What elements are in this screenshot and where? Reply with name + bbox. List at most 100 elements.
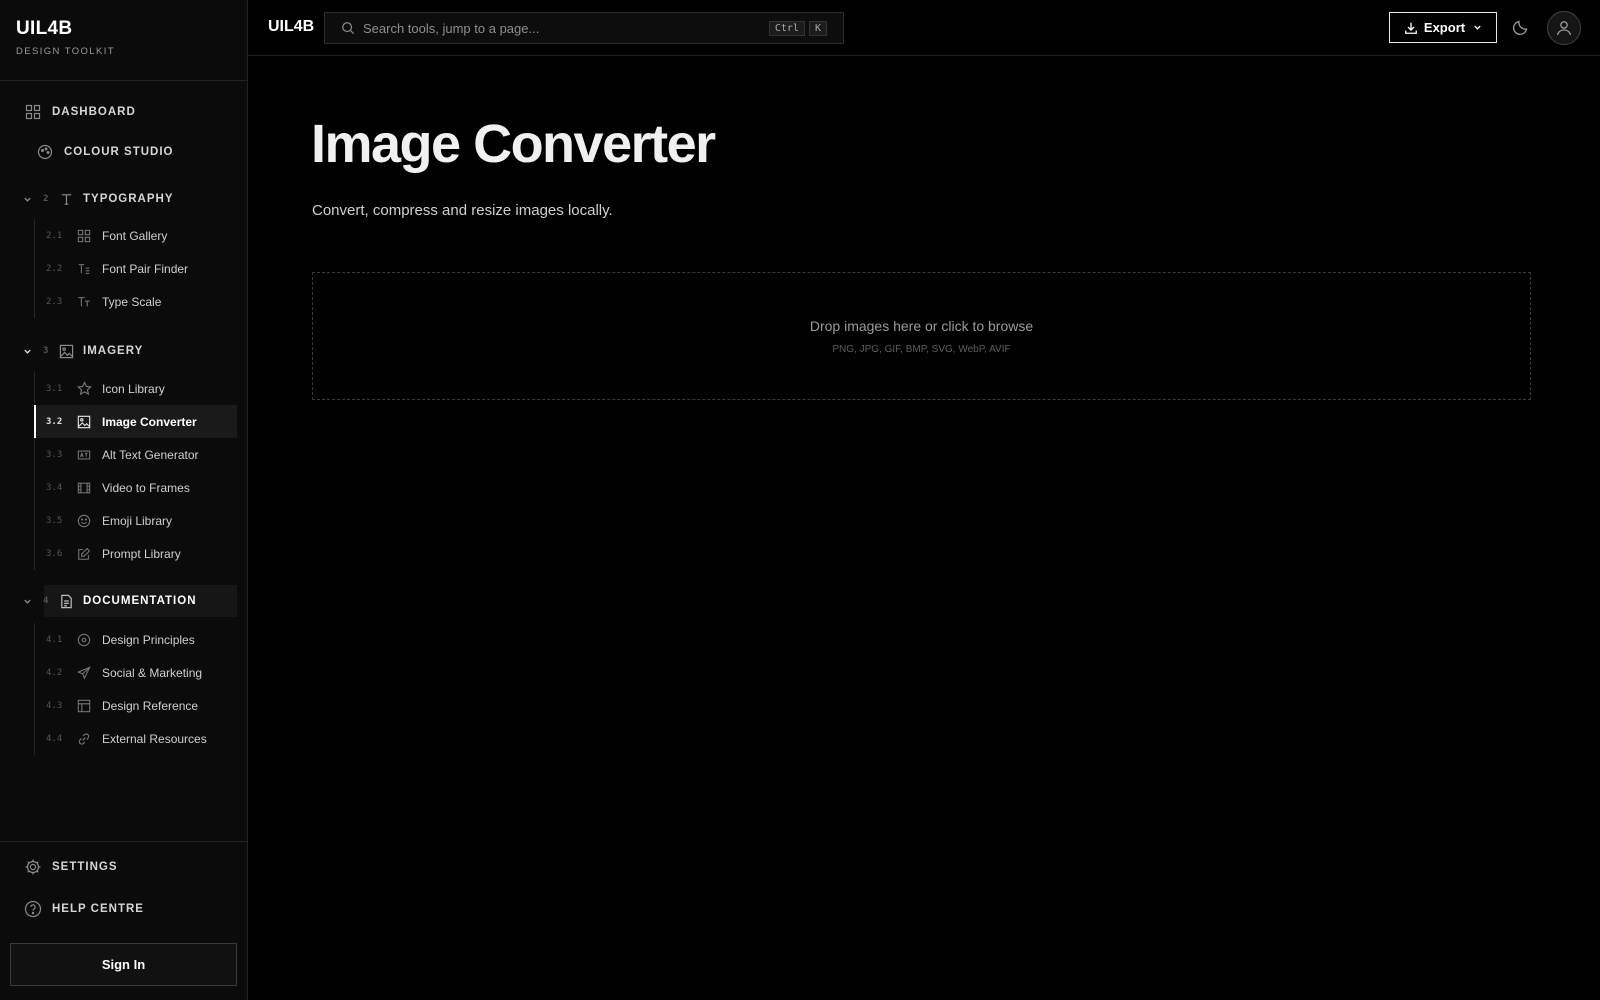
export-button[interactable]: Export [1389, 12, 1497, 43]
sidebar-item-video-to-frames[interactable]: 3.4 Video to Frames [35, 471, 237, 504]
moon-icon[interactable] [1512, 18, 1532, 38]
avatar[interactable] [1547, 11, 1581, 45]
sidebar-item-help-centre[interactable]: HELP CENTRE [0, 888, 248, 930]
sidebar: UIL4B DESIGN TOOLKIT DASHBOARD COLOUR ST… [0, 0, 248, 1000]
item-number: 4.2 [46, 667, 63, 678]
item-number: 3.1 [46, 383, 63, 394]
sidebar-item-type-scale[interactable]: 2.3 Type Scale [35, 285, 237, 318]
sidebar-item-icon-library[interactable]: 3.1 Icon Library [35, 372, 237, 405]
smile-icon [75, 512, 93, 530]
section-number: 3 [43, 346, 49, 356]
shortcut-key: K [808, 20, 827, 36]
grid-icon [24, 103, 42, 121]
sidebar-item-design-reference[interactable]: 4.3 Design Reference [35, 689, 237, 722]
sidebar-top-nav: DASHBOARD COLOUR STUDIO [0, 92, 248, 172]
section-number: 4 [43, 596, 49, 606]
dropzone-formats: PNG, JPG, GIF, BMP, SVG, WebP, AVIF [832, 343, 1011, 355]
sign-in-button[interactable]: Sign In [10, 943, 237, 986]
sidebar-item-social-marketing[interactable]: 4.2 Social & Marketing [35, 656, 237, 689]
document-icon [59, 593, 75, 609]
sidebar-item-emoji-library[interactable]: 3.5 Emoji Library [35, 504, 237, 537]
text-pair-icon [75, 260, 93, 278]
sidebar-item-settings[interactable]: SETTINGS [0, 846, 248, 888]
gear-icon [24, 858, 42, 876]
sidebar-item-label: DASHBOARD [52, 106, 136, 118]
section-label: TYPOGRAPHY [83, 193, 174, 205]
item-number: 3.6 [46, 548, 63, 559]
brand: UIL4B DESIGN TOOLKIT [0, 0, 247, 81]
item-label: Font Gallery [102, 228, 168, 243]
sidebar-item-font-gallery[interactable]: 2.1 Font Gallery [35, 219, 237, 252]
sidebar-bottom-nav: SETTINGS HELP CENTRE [0, 841, 248, 930]
help-icon [24, 900, 42, 918]
item-number: 3.3 [46, 449, 63, 460]
section-typography: 2 TYPOGRAPHY 2.1 Font Gallery 2.2 Font P… [0, 183, 248, 318]
chevron-down-icon [20, 597, 34, 606]
section-items: 2.1 Font Gallery 2.2 Font Pair Finder 2.… [34, 219, 237, 318]
grid-icon [75, 227, 93, 245]
user-icon [1555, 19, 1573, 37]
section-items: 3.1 Icon Library 3.2 Image Converter 3.3… [34, 372, 237, 570]
sidebar-item-image-converter[interactable]: 3.2 Image Converter [34, 405, 237, 438]
item-number: 3.2 [46, 416, 63, 427]
item-label: Alt Text Generator [102, 447, 199, 462]
image-icon [59, 343, 75, 359]
export-label: Export [1423, 20, 1466, 35]
section-label: IMAGERY [83, 345, 144, 357]
sidebar-item-prompt-library[interactable]: 3.6 Prompt Library [35, 537, 237, 570]
page-title: Image Converter [311, 114, 716, 174]
sidebar-item-external-resources[interactable]: 4.4 External Resources [35, 722, 237, 755]
image-dropzone[interactable]: Drop images here or click to browse PNG,… [312, 272, 1531, 400]
link-icon [75, 730, 93, 748]
item-label: Font Pair Finder [102, 261, 189, 276]
page-subtitle: Convert, compress and resize images loca… [312, 202, 613, 219]
item-number: 2.2 [46, 263, 63, 274]
type-scale-icon [75, 293, 93, 311]
item-label: Design Reference [102, 698, 199, 713]
section-header-documentation[interactable]: 4 DOCUMENTATION [0, 585, 248, 617]
item-label: Emoji Library [102, 513, 173, 528]
sidebar-item-colour-studio[interactable]: COLOUR STUDIO [0, 132, 248, 172]
dropzone-text: Drop images here or click to browse [809, 317, 1034, 334]
palette-icon [36, 143, 54, 161]
section-header-imagery[interactable]: 3 IMAGERY [0, 335, 248, 367]
section-documentation: 4 DOCUMENTATION 4.1 Design Principles 4.… [0, 585, 248, 755]
top-bar: UIL4B Search tools, jump to a page... Ct… [248, 0, 1600, 56]
shortcut-key: Ctrl [768, 20, 805, 36]
sidebar-item-design-principles[interactable]: 4.1 Design Principles [35, 623, 237, 656]
item-number: 3.5 [46, 515, 63, 526]
item-label: External Resources [102, 731, 207, 746]
section-items: 4.1 Design Principles 4.2 Social & Marke… [34, 623, 237, 755]
item-number: 2.1 [46, 230, 63, 241]
sidebar-item-label: SETTINGS [52, 861, 118, 873]
star-icon [75, 380, 93, 398]
sidebar-item-alt-text-generator[interactable]: 3.3 Alt Text Generator [35, 438, 237, 471]
chevron-down-icon [1473, 23, 1482, 32]
compass-icon [75, 631, 93, 649]
item-number: 4.3 [46, 700, 63, 711]
item-label: Image Converter [102, 414, 197, 429]
brand-title: UIL4B [16, 18, 73, 39]
chevron-down-icon [20, 347, 34, 356]
search-input[interactable]: Search tools, jump to a page... Ctrl K [324, 12, 844, 44]
item-label: Video to Frames [102, 480, 190, 495]
film-icon [75, 479, 93, 497]
item-label: Prompt Library [102, 546, 181, 561]
keyboard-shortcut: Ctrl K [768, 20, 831, 36]
section-header-typography[interactable]: 2 TYPOGRAPHY [0, 183, 248, 215]
send-icon [75, 664, 93, 682]
search-icon [341, 21, 355, 35]
item-number: 4.1 [46, 634, 63, 645]
brand-subtitle: DESIGN TOOLKIT [16, 46, 115, 57]
sidebar-item-font-pair-finder[interactable]: 2.2 Font Pair Finder [35, 252, 237, 285]
item-label: Social & Marketing [102, 665, 203, 680]
topbar-title[interactable]: UIL4B [268, 18, 314, 36]
edit-icon [75, 545, 93, 563]
item-number: 2.3 [46, 296, 63, 307]
sidebar-item-dashboard[interactable]: DASHBOARD [0, 92, 248, 132]
item-label: Type Scale [102, 294, 162, 309]
search-placeholder: Search tools, jump to a page... [363, 20, 540, 36]
layout-icon [75, 697, 93, 715]
item-number: 3.4 [46, 482, 63, 493]
item-label: Icon Library [102, 381, 165, 396]
